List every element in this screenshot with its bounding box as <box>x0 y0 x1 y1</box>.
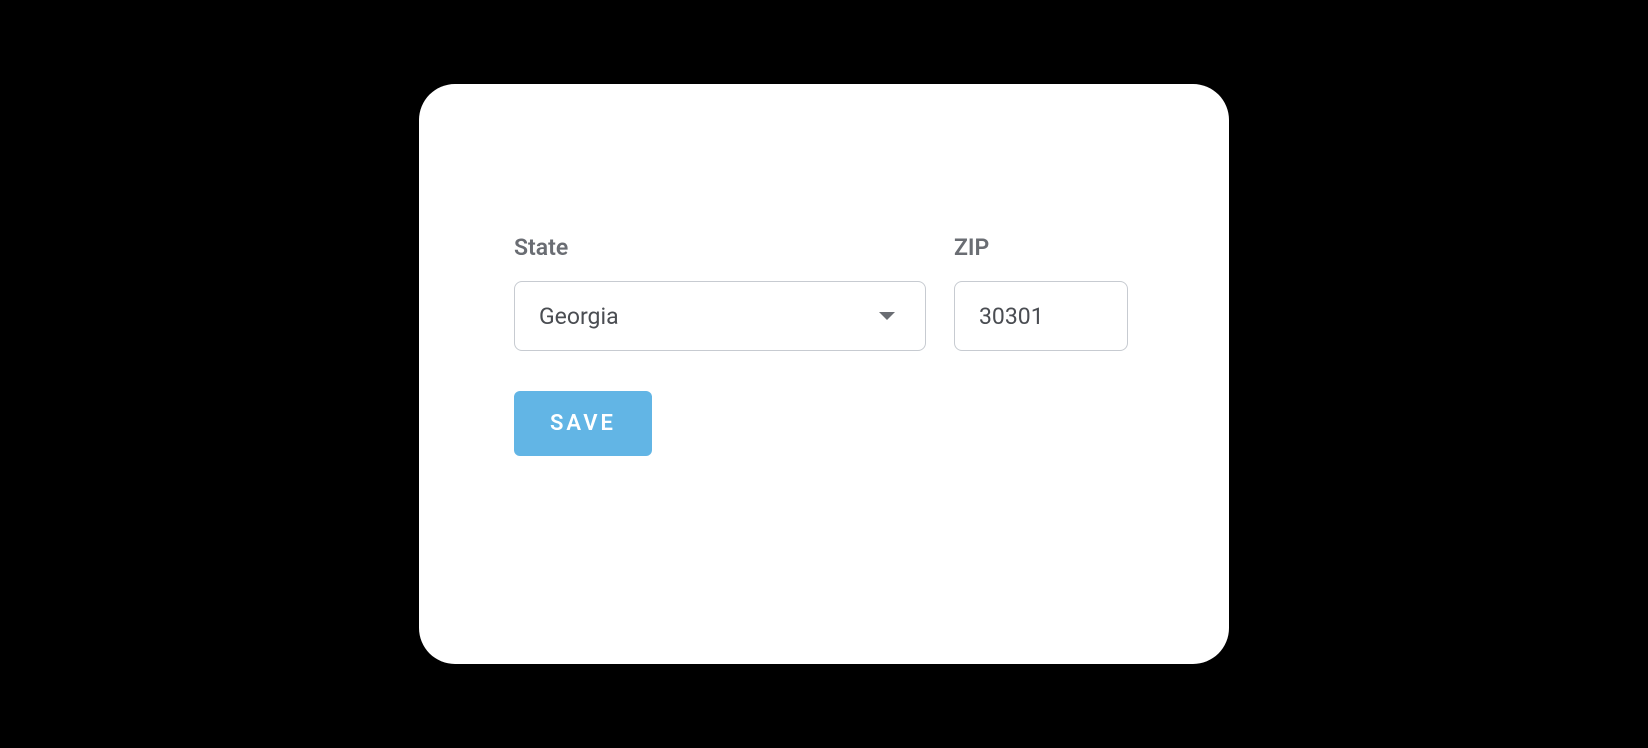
form-card: State Georgia ZIP SAVE <box>419 84 1229 664</box>
zip-input[interactable] <box>954 281 1128 351</box>
zip-field: ZIP <box>954 234 1128 351</box>
chevron-down-icon <box>879 312 895 320</box>
state-select-value: Georgia <box>539 303 879 330</box>
state-field: State Georgia <box>514 234 926 351</box>
state-select[interactable]: Georgia <box>514 281 926 351</box>
save-button[interactable]: SAVE <box>514 391 652 456</box>
form-row: State Georgia ZIP <box>514 234 1134 351</box>
zip-label: ZIP <box>954 234 1128 261</box>
state-label: State <box>514 234 926 261</box>
